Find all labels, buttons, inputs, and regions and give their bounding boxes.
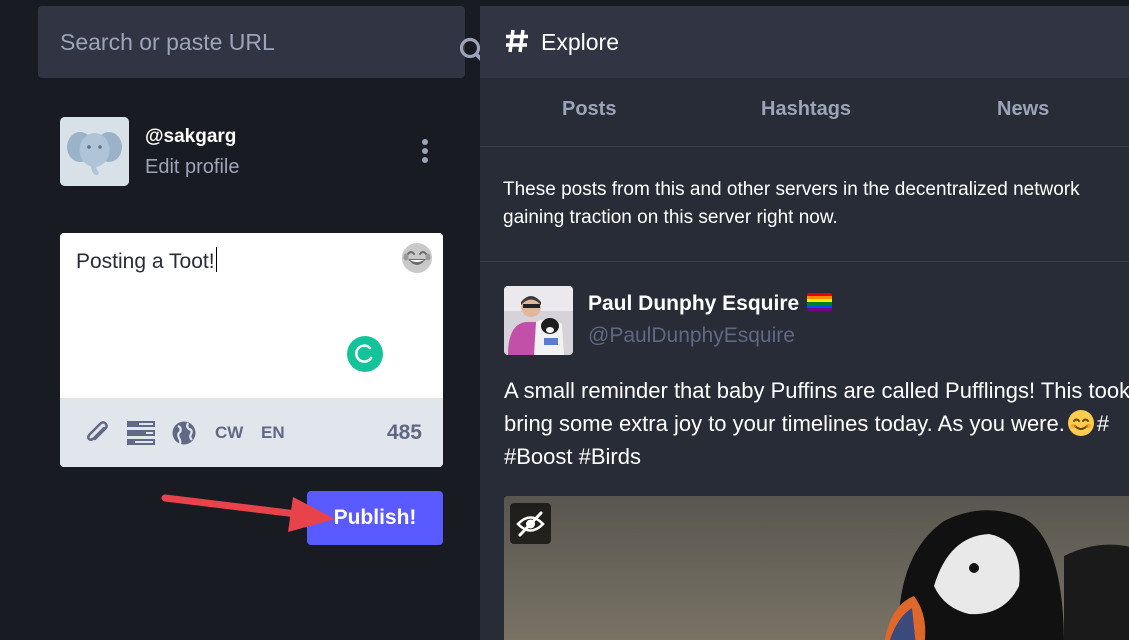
grammarly-glyph-icon [355, 344, 373, 363]
content-warning-button[interactable]: CW [215, 423, 243, 443]
status-account-handle[interactable]: @PaulDunphyEsquire [588, 324, 795, 348]
explore-tabs: Posts Hashtags News [480, 78, 1129, 147]
media-attachment[interactable] [504, 496, 1129, 640]
compose-toolbar: CW EN 485 [60, 398, 443, 467]
hashtag-link[interactable]: # [1097, 411, 1109, 436]
column-header[interactable]: Explore [480, 6, 1129, 78]
status-text-fragment: bring some extra joy to your timelines t… [504, 411, 1065, 436]
status-text-line: bring some extra joy to your timelines t… [504, 407, 1129, 440]
status-text-line: A small reminder that baby Puffins are c… [504, 378, 1129, 403]
paperclip-icon[interactable] [84, 420, 112, 446]
explore-column: Explore Posts Hashtags News These posts … [480, 6, 1129, 640]
explore-description: These posts from this and other servers … [503, 176, 1129, 232]
edit-profile-link[interactable]: Edit profile [145, 156, 240, 179]
person-with-dog-avatar-icon [504, 286, 573, 355]
eye-slash-icon [516, 511, 545, 537]
poll-icon[interactable] [126, 420, 156, 446]
page-title: Explore [541, 29, 619, 55]
display-name-text: Paul Dunphy Esquire [588, 292, 800, 315]
vertical-ellipsis-icon[interactable] [415, 137, 435, 165]
puffin-photo-icon [504, 496, 1129, 640]
tab-hashtags[interactable]: Hashtags [761, 98, 851, 121]
divider [480, 261, 1129, 262]
status-avatar[interactable] [504, 286, 573, 355]
search-box [38, 6, 486, 78]
hide-media-button[interactable] [510, 503, 551, 544]
globe-icon[interactable] [171, 420, 199, 446]
rainbow-flag-icon [807, 293, 833, 311]
language-button[interactable]: EN [261, 423, 285, 443]
smiling-emoji-icon [1067, 410, 1094, 436]
status-content: A small reminder that baby Puffins are c… [504, 374, 1129, 473]
explore-description-line: gaining traction on this server right no… [503, 207, 838, 228]
compose-text-value: Posting a Toot! [76, 250, 215, 273]
elephant-avatar-icon [60, 117, 129, 186]
hashtag-icon [506, 29, 528, 53]
tab-posts[interactable]: Posts [562, 98, 616, 121]
profile-handle: @sakgarg [145, 126, 237, 147]
status-display-name[interactable]: Paul Dunphy Esquire [588, 292, 833, 316]
text-caret [215, 247, 217, 272]
compose-textarea[interactable]: Posting a Toot! [60, 233, 443, 398]
explore-description-line: These posts from this and other servers … [503, 179, 1080, 200]
app-window: @sakgarg Edit profile Posting a Toot! [0, 0, 1129, 640]
compose-form: Posting a Toot! CW EN 485 [60, 233, 443, 467]
annotation-arrow-icon [161, 494, 335, 532]
laughing-emoji-icon[interactable] [400, 241, 434, 275]
grammarly-icon[interactable] [347, 336, 383, 372]
tab-news[interactable]: News [997, 98, 1049, 121]
search-input[interactable] [38, 6, 408, 78]
hashtag-links[interactable]: #Boost #Birds [504, 440, 1129, 473]
character-counter: 485 [386, 421, 422, 444]
avatar[interactable] [60, 117, 129, 186]
